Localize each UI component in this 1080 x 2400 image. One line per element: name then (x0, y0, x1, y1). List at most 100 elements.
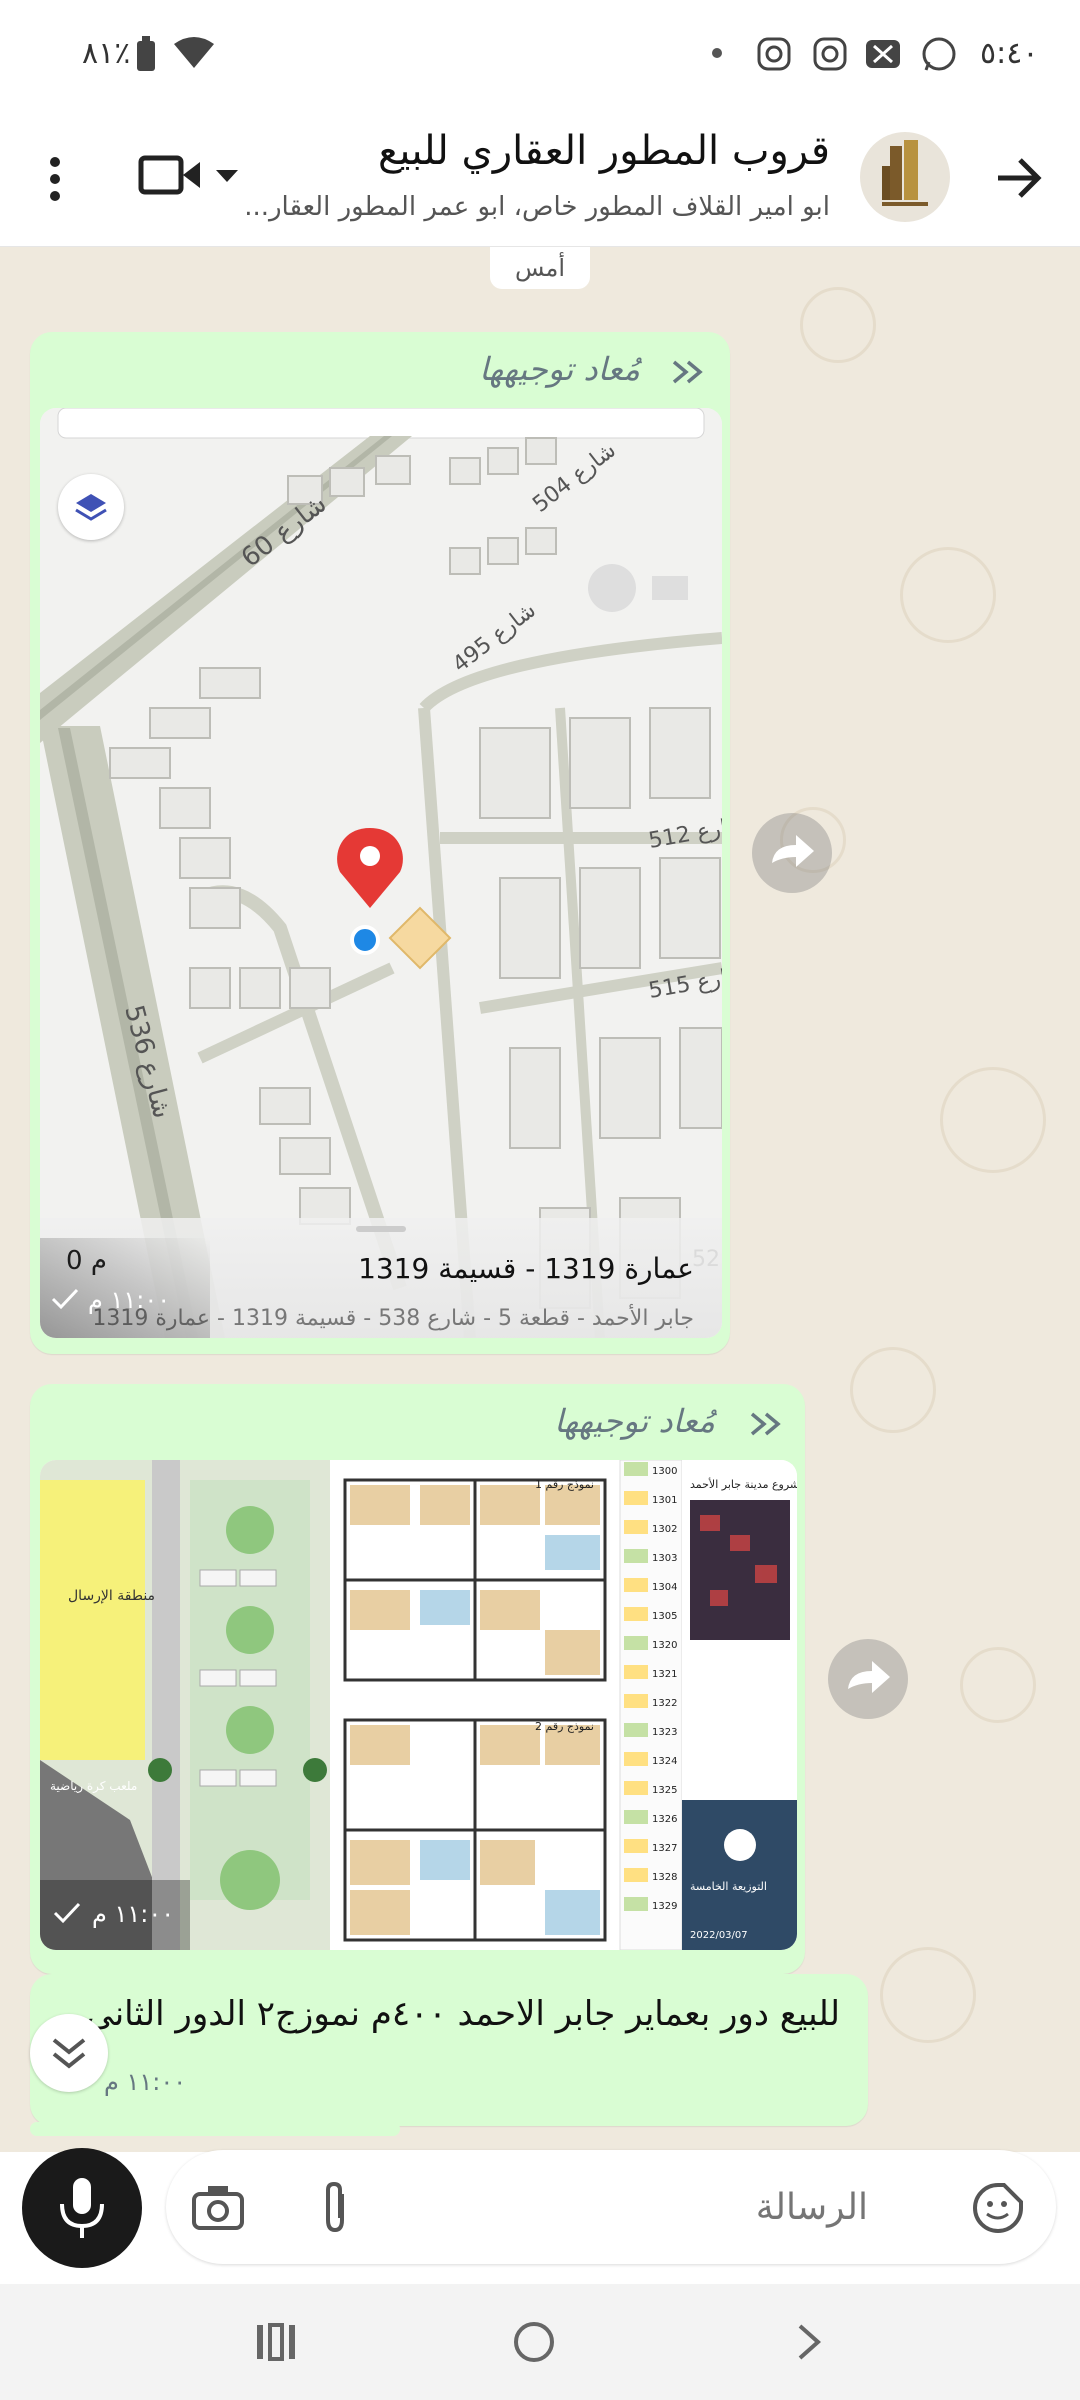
group-members[interactable]: ابو امير القلاف المطور خاص، ابو عمر المط… (244, 192, 830, 222)
model-1-label: نموذج رقم 1 (535, 1478, 594, 1491)
map-preview[interactable]: شارع 60 شارع 504 شارع 495 شارع 512 شارع … (40, 408, 722, 1338)
forwarded-icon (750, 1412, 781, 1436)
instagram-icon (813, 37, 847, 71)
unit-cell (624, 1549, 648, 1563)
sticker-icon[interactable] (972, 2182, 1024, 2234)
sent-check-icon (53, 1902, 81, 1924)
dot-icon (712, 48, 722, 58)
emblem-icon (724, 1829, 756, 1861)
attachment-icon[interactable] (318, 2180, 352, 2234)
scroll-down-button[interactable] (30, 2014, 108, 2092)
plan-label-ersal: منطقة الإرسال (68, 1588, 155, 1604)
group-avatar[interactable] (860, 132, 950, 222)
unit-number: 1301 (652, 1495, 677, 1506)
whatsapp-icon (922, 37, 956, 71)
group-title[interactable]: قروب المطور العقاري للبيع (378, 128, 830, 174)
camera-icon[interactable] (192, 2184, 244, 2230)
battery-percent: ٨١٪ (82, 36, 131, 71)
round-structure (588, 564, 636, 612)
small-block (652, 576, 688, 600)
unit-number: 1304 (652, 1582, 677, 1593)
double-chevron-down-icon (52, 2038, 86, 2069)
chevron-down-icon[interactable] (214, 166, 240, 186)
chat-area[interactable]: أمس مُعاد توجيهها شارع 60 شارع 504 شارع … (0, 247, 1080, 2152)
recent-apps-icon[interactable] (254, 2322, 298, 2362)
site-road (152, 1460, 180, 1950)
unit-cell (624, 1897, 648, 1911)
wallpaper-doodle (880, 1947, 976, 2043)
chat-header[interactable]: قروب المطور العقاري للبيع ابو امير القلا… (0, 110, 1080, 247)
back-arrow-icon[interactable] (994, 156, 1044, 200)
forward-button[interactable] (828, 1639, 908, 1719)
message-time: ١١:٠٠ م (92, 1900, 175, 1928)
layers-icon (75, 494, 107, 521)
unit-number: 1322 (652, 1698, 677, 1709)
unit-cell (624, 1578, 648, 1592)
forward-icon (772, 835, 814, 867)
unit-cell (624, 1839, 648, 1853)
location-message[interactable]: مُعاد توجيهها شارع 60 شارع 504 شارع 495 … (30, 332, 730, 1354)
location-title: عمارة 1319 - قسيمة 1319 (358, 1252, 694, 1285)
message-time: ١١:٠٠ م (88, 1286, 171, 1314)
current-location-dot (350, 925, 380, 955)
map-canvas: شارع 60 شارع 504 شارع 495 شارع 512 شارع … (40, 408, 722, 1338)
text-message[interactable]: للبيع دور بعماير جابر الاحمد ٤٠٠م نموزج٢… (30, 1974, 868, 2126)
wallpaper-doodle (800, 287, 876, 363)
next-message-peek (30, 2122, 400, 2136)
drag-handle[interactable] (356, 1226, 406, 1232)
plan-label-field: ملعب كرة رياضية (50, 1779, 137, 1794)
x-icon (866, 40, 900, 68)
unit-number: 1323 (652, 1727, 677, 1738)
sent-check-icon (51, 1288, 79, 1310)
wallpaper-doodle (900, 547, 996, 643)
unit-cell (624, 1694, 648, 1708)
unit-number: 1327 (652, 1843, 677, 1854)
voice-message-button[interactable] (22, 2148, 142, 2268)
system-nav-bar (0, 2284, 1080, 2400)
image-message[interactable]: مُعاد توجيهها منطقة الإرسال ملعب كرة ريا… (30, 1384, 805, 1974)
message-input[interactable] (386, 2178, 870, 2236)
brochure-footer (682, 1800, 797, 1950)
more-options-icon[interactable] (30, 154, 80, 204)
message-input-box[interactable] (166, 2150, 1056, 2264)
back-nav-icon[interactable] (794, 2322, 824, 2362)
unit-number: 1300 (652, 1466, 677, 1477)
instagram-icon (757, 37, 791, 71)
project-title: مشروع مدينة جابر الأحمد (690, 1477, 797, 1491)
unit-cell (624, 1462, 648, 1476)
battery-icon (137, 36, 155, 71)
unit-number: 1302 (652, 1524, 677, 1535)
forward-button[interactable] (752, 813, 832, 893)
floor-plan-collage: منطقة الإرسال ملعب كرة رياضية نموذج رقم … (40, 1460, 797, 1950)
status-bar: ٨١٪ ٥:٤٠ (0, 0, 1080, 110)
message-time: ١١:٠٠ م (104, 2068, 187, 2096)
forward-icon (848, 1661, 890, 1693)
unit-number: 1329 (652, 1901, 677, 1912)
forwarded-label: مُعاد توجيهها (554, 1402, 715, 1440)
unit-number: 1324 (652, 1756, 677, 1767)
location-pin-center (360, 846, 380, 866)
unit-cell (624, 1810, 648, 1824)
map-layers-button[interactable] (58, 474, 124, 540)
unit-number: 1303 (652, 1553, 677, 1564)
unit-cell (624, 1665, 648, 1679)
image-preview[interactable]: منطقة الإرسال ملعب كرة رياضية نموذج رقم … (40, 1460, 797, 1950)
video-call-icon[interactable] (138, 150, 204, 200)
unit-number: 1305 (652, 1611, 677, 1622)
clock: ٥:٤٠ (980, 36, 1039, 71)
unit-cell (624, 1868, 648, 1882)
date-chip: أمس (490, 247, 590, 289)
building-logo-icon (882, 140, 928, 206)
unit-cell (624, 1752, 648, 1766)
unit-number: 1325 (652, 1785, 677, 1796)
unit-cell (624, 1491, 648, 1505)
unit-number: 1321 (652, 1669, 677, 1680)
model-2-label: نموذج رقم 2 (535, 1720, 594, 1733)
forwarded-label: مُعاد توجيهها (479, 350, 640, 388)
wallpaper-doodle (850, 1347, 936, 1433)
home-icon[interactable] (512, 2320, 556, 2364)
wallpaper-doodle (940, 1067, 1046, 1173)
brochure-footer-text: التوزيعة الخامسة (690, 1880, 767, 1893)
brochure-date: 2022/03/07 (690, 1930, 748, 1941)
unit-number: 1320 (652, 1640, 677, 1651)
